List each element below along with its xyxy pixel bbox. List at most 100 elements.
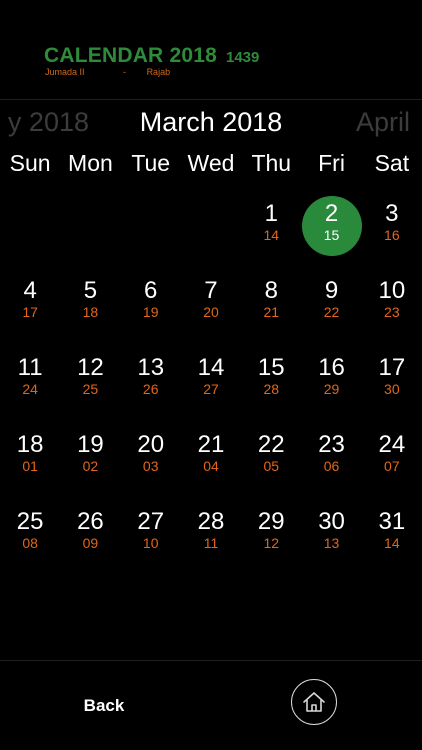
hijri-date: 25 [82, 381, 99, 397]
day-cell-content: 28 11 [181, 504, 241, 564]
day-cell[interactable]: 13 26 [121, 350, 181, 427]
gregorian-date: 16 [318, 354, 345, 381]
title-row: CALENDAR 2018 1439 [44, 44, 259, 68]
hijri-month-range: Jumada II - Rajab [45, 67, 170, 77]
gregorian-date: 28 [197, 508, 225, 535]
hijri-date: 03 [142, 458, 159, 474]
day-cell-content: 31 14 [362, 504, 422, 564]
empty-day-cell [0, 196, 60, 273]
gregorian-date: 20 [137, 431, 165, 458]
hijri-date: 18 [82, 304, 99, 320]
day-cell[interactable]: 10 23 [362, 273, 422, 350]
day-cell-content: 12 25 [60, 350, 120, 410]
hijri-date: 14 [263, 227, 280, 243]
month-selector[interactable]: y 2018 March 2018 April [0, 100, 422, 146]
home-button[interactable] [291, 679, 337, 725]
week-row: 11 24 12 25 13 26 14 27 15 28 16 29 17 30 [0, 350, 422, 427]
day-cell[interactable]: 19 02 [60, 427, 120, 504]
hijri-date: 17 [22, 304, 38, 320]
gregorian-date: 23 [318, 431, 345, 458]
week-row: 18 01 19 02 20 03 21 04 22 05 23 06 24 07 [0, 427, 422, 504]
day-cell[interactable]: 14 27 [181, 350, 241, 427]
hijri-date: 12 [263, 535, 280, 551]
back-button[interactable]: Back [70, 691, 138, 721]
hijri-date: 08 [22, 535, 38, 551]
hijri-date: 20 [203, 304, 219, 320]
day-cell[interactable]: 31 14 [362, 504, 422, 581]
gregorian-date: 29 [257, 508, 285, 535]
hijri-date: 15 [323, 227, 340, 243]
day-cell[interactable]: 18 01 [0, 427, 60, 504]
day-cell[interactable]: 12 25 [60, 350, 120, 427]
gregorian-date: 13 [137, 354, 165, 381]
hijri-date: 10 [142, 535, 159, 551]
gregorian-date: 18 [16, 431, 44, 458]
hijri-date: 23 [384, 304, 400, 320]
day-cell[interactable]: 29 12 [241, 504, 301, 581]
day-cell-content: 24 07 [362, 427, 422, 487]
app-title: CALENDAR 2018 [44, 44, 217, 67]
day-cell[interactable]: 7 20 [181, 273, 241, 350]
day-cell[interactable]: 9 22 [301, 273, 361, 350]
day-cell[interactable]: 30 13 [301, 504, 361, 581]
weekday-header: Sun Mon Tue Wed Thu Fri Sat [0, 150, 422, 180]
hijri-date: 02 [82, 458, 99, 474]
day-cell-content: 6 19 [121, 273, 181, 333]
week-row: 1 14 2 15 3 16 [0, 196, 422, 273]
day-cell-content: 22 05 [241, 427, 301, 487]
day-cell[interactable]: 17 30 [362, 350, 422, 427]
day-cell-content: 20 03 [121, 427, 181, 487]
day-cell-content: 11 24 [0, 350, 60, 410]
empty-day-cell [181, 196, 241, 273]
day-cell[interactable]: 28 11 [181, 504, 241, 581]
day-cell[interactable]: 8 21 [241, 273, 301, 350]
day-cell[interactable]: 26 09 [60, 504, 120, 581]
weekday-label: Wed [187, 150, 235, 176]
weekday-label: Tue [131, 150, 171, 176]
day-cell-content: 13 26 [121, 350, 181, 410]
day-cell[interactable]: 11 24 [0, 350, 60, 427]
gregorian-date: 8 [264, 277, 278, 304]
day-cell[interactable]: 23 06 [301, 427, 361, 504]
day-cell-content: 15 28 [241, 350, 301, 410]
day-cell[interactable]: 1 14 [241, 196, 301, 273]
hijri-date: 04 [203, 458, 219, 474]
day-cell[interactable]: 25 08 [0, 504, 60, 581]
gregorian-date: 4 [23, 277, 37, 304]
hijri-month-end: Rajab [146, 67, 171, 77]
day-cell[interactable]: 6 19 [121, 273, 181, 350]
day-cell[interactable]: 20 03 [121, 427, 181, 504]
day-cell-content: 5 18 [60, 273, 120, 333]
empty-day-cell [121, 196, 181, 273]
next-month[interactable]: April [356, 107, 410, 138]
day-cell-today[interactable]: 2 15 [301, 196, 362, 273]
weekday-label: Fri [318, 150, 345, 176]
day-cell-content: 27 10 [121, 504, 181, 564]
gregorian-date: 1 [264, 200, 278, 227]
hijri-date: 27 [203, 381, 219, 397]
hijri-month-start: Jumada II [45, 67, 85, 77]
day-cell-content: 2 15 [301, 196, 362, 256]
day-cell[interactable]: 4 17 [0, 273, 60, 350]
gregorian-date: 6 [144, 277, 158, 304]
day-cell-content: 10 23 [362, 273, 422, 333]
hijri-date: 30 [384, 381, 400, 397]
day-cell[interactable]: 24 07 [362, 427, 422, 504]
gregorian-date: 2 [324, 200, 339, 227]
day-cell[interactable]: 3 16 [362, 196, 422, 273]
day-cell-content: 14 27 [181, 350, 241, 410]
day-cell[interactable]: 15 28 [241, 350, 301, 427]
day-cell[interactable]: 22 05 [241, 427, 301, 504]
day-cell[interactable]: 16 29 [301, 350, 361, 427]
day-cell-content: 29 12 [241, 504, 301, 564]
hijri-date: 16 [384, 227, 400, 243]
day-cell[interactable]: 27 10 [121, 504, 181, 581]
day-cell[interactable]: 5 18 [60, 273, 120, 350]
day-cell-content: 4 17 [0, 273, 60, 333]
hijri-date: 13 [323, 535, 340, 551]
week-row: 25 08 26 09 27 10 28 11 29 12 30 13 31 14 [0, 504, 422, 581]
empty-day-cell [60, 196, 120, 273]
day-cell[interactable]: 21 04 [181, 427, 241, 504]
hijri-date: 22 [323, 304, 340, 320]
gregorian-date: 14 [197, 354, 225, 381]
